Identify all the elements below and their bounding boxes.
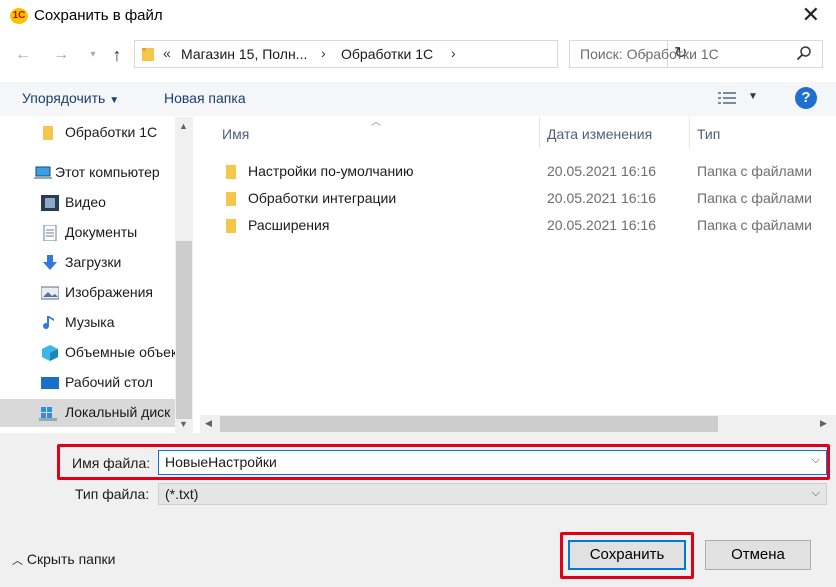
organize-button[interactable]: Упорядочить ▼: [22, 90, 119, 106]
file-row[interactable]: Настройки по-умолчанию 20.05.2021 16:16 …: [197, 158, 835, 185]
nav-scrollbar-thumb[interactable]: [176, 241, 192, 419]
nav-item-video[interactable]: Видео: [0, 189, 175, 217]
recent-locations-chevron-icon[interactable]: ▾: [82, 44, 104, 66]
nav-item-local-disk[interactable]: Локальный диск: [0, 399, 175, 427]
search-input[interactable]: Поиск: Обработки 1С: [580, 46, 719, 62]
chevron-down-icon[interactable]: ⌵: [812, 454, 820, 467]
file-row[interactable]: Расширения 20.05.2021 16:16 Папка с файл…: [197, 212, 835, 239]
folder-icon: [225, 164, 239, 183]
nav-item-label: Локальный диск: [65, 404, 171, 420]
title-bar: 1С Сохранить в файл ✕: [0, 0, 836, 34]
pictures-icon: [40, 285, 60, 301]
downloads-icon: [41, 255, 59, 271]
save-button[interactable]: Сохранить: [568, 540, 686, 570]
breadcrumb-separator-icon[interactable]: ›: [321, 45, 326, 61]
nav-item-label: Изображения: [65, 284, 153, 300]
file-list: ︿ Имя Дата изменения Тип Настройки по-ум…: [197, 117, 835, 433]
column-separator[interactable]: [539, 117, 540, 149]
documents-icon: [42, 224, 60, 242]
file-type: Папка с файлами: [697, 163, 812, 179]
folder-icon: [225, 218, 239, 237]
navigation-pane: Обработки 1С Этот компьютер Видео Докуме…: [0, 117, 193, 433]
nav-item-label: Загрузки: [65, 254, 122, 270]
scroll-up-icon[interactable]: ▲: [179, 121, 188, 131]
nav-item-music[interactable]: Музыка: [0, 309, 175, 337]
nav-item-label: Этот компьютер: [55, 164, 160, 180]
column-header-date[interactable]: Дата изменения: [547, 117, 652, 149]
scroll-left-icon[interactable]: ◀: [205, 418, 212, 429]
file-name: Настройки по-умолчанию: [248, 163, 414, 179]
nav-item-downloads[interactable]: Загрузки: [0, 249, 175, 277]
nav-item-pictures[interactable]: Изображения: [0, 279, 175, 307]
nav-item-label: Видео: [65, 194, 106, 210]
search-icon[interactable]: [796, 45, 812, 64]
column-separator[interactable]: [689, 117, 690, 149]
video-icon: [41, 195, 59, 211]
window-title: Сохранить в файл: [34, 7, 163, 24]
file-date: 20.05.2021 16:16: [547, 163, 656, 179]
hide-folders-button[interactable]: ︿ Скрыть папки: [12, 551, 115, 568]
breadcrumb-segment[interactable]: Магазин 15, Полн...: [181, 46, 307, 62]
filename-field[interactable]: НовыеНастройки ⌵: [158, 450, 827, 475]
folder-icon: [141, 46, 155, 65]
computer-icon: [34, 165, 52, 181]
filetype-value: (*.txt): [165, 486, 199, 502]
music-icon: [41, 315, 59, 331]
app-1c-icon: 1С: [10, 8, 28, 24]
file-type: Папка с файлами: [697, 217, 812, 233]
filename-input[interactable]: НовыеНастройки: [165, 454, 277, 470]
back-arrow-icon[interactable]: ←: [12, 44, 34, 66]
scroll-right-icon[interactable]: ▶: [820, 418, 827, 429]
cancel-button[interactable]: Отмена: [705, 540, 811, 570]
breadcrumb-segment[interactable]: Обработки 1С: [341, 46, 433, 62]
chevron-down-icon: ▼: [109, 95, 120, 106]
nav-item-desktop[interactable]: Рабочий стол: [0, 369, 175, 397]
nav-item-label: Объемные объекты: [65, 344, 175, 360]
file-name: Обработки интеграции: [248, 190, 397, 206]
file-row[interactable]: Обработки интеграции 20.05.2021 16:16 Па…: [197, 185, 835, 212]
nav-item-documents[interactable]: Документы: [0, 219, 175, 247]
filetype-select[interactable]: (*.txt) ⌵: [158, 483, 827, 505]
breadcrumb-separator-icon[interactable]: ›: [451, 45, 456, 61]
nav-scrollbar[interactable]: ▲ ▼: [175, 117, 193, 433]
horizontal-scrollbar-thumb[interactable]: [220, 416, 718, 432]
file-date: 20.05.2021 16:16: [547, 190, 656, 206]
close-icon[interactable]: ✕: [802, 4, 820, 26]
desktop-icon: [41, 375, 59, 391]
command-toolbar: Упорядочить ▼ Новая папка ▼ ?: [0, 82, 836, 116]
nav-item-label: Рабочий стол: [65, 374, 153, 390]
folder-icon: [225, 191, 239, 210]
nav-item-label: Обработки 1С: [65, 124, 158, 140]
file-type: Папка с файлами: [697, 190, 812, 206]
filetype-label: Тип файла:: [75, 486, 150, 502]
chevron-down-icon[interactable]: ⌵: [812, 487, 820, 500]
horizontal-scrollbar[interactable]: ◀ ▶: [200, 415, 836, 433]
nav-item-label: Музыка: [65, 314, 115, 330]
nav-item-label: Документы: [65, 224, 138, 240]
nav-item-processing-1c[interactable]: Обработки 1С: [0, 119, 175, 147]
view-chevron-down-icon[interactable]: ▼: [748, 91, 758, 102]
filename-label: Имя файла:: [72, 455, 151, 471]
scroll-down-icon[interactable]: ▼: [179, 419, 188, 429]
column-header-type[interactable]: Тип: [697, 117, 720, 149]
up-arrow-icon[interactable]: ↑: [106, 44, 128, 66]
local-disk-icon: [39, 405, 57, 421]
folder-icon: [42, 125, 60, 141]
file-name: Расширения: [248, 217, 330, 233]
help-icon[interactable]: ?: [795, 87, 817, 109]
file-date: 20.05.2021 16:16: [547, 217, 656, 233]
new-folder-button[interactable]: Новая папка: [164, 90, 246, 106]
sort-ascending-icon: ︿: [371, 117, 381, 128]
breadcrumb-overflow[interactable]: «: [163, 45, 171, 61]
search-box[interactable]: Поиск: Обработки 1С: [569, 40, 823, 68]
chevron-up-icon: ︿: [12, 555, 23, 567]
nav-item-this-pc[interactable]: Этот компьютер: [0, 159, 175, 187]
forward-arrow-icon[interactable]: →: [50, 44, 72, 66]
column-header-name[interactable]: Имя: [222, 117, 249, 149]
nav-item-3d-objects[interactable]: Объемные объекты: [0, 339, 175, 367]
address-bar[interactable]: « Магазин 15, Полн... › Обработки 1С › ⌵…: [134, 40, 687, 68]
3d-objects-icon: [41, 345, 59, 361]
view-options-icon[interactable]: [718, 91, 738, 108]
